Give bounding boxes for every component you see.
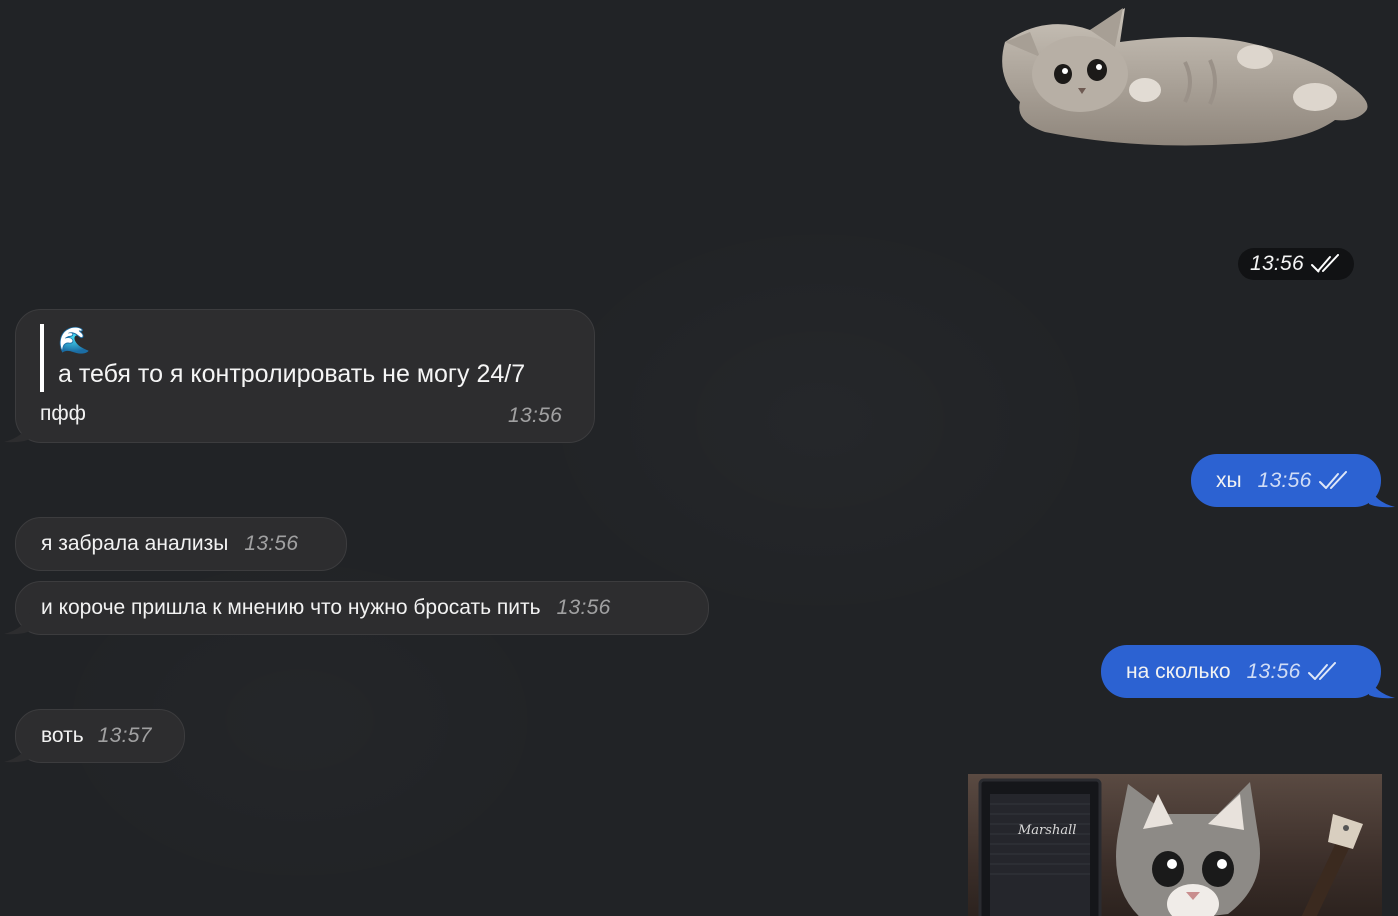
reply-quote-text: а тебя то я контролировать не могу 24/7	[58, 360, 526, 388]
message-text: пфф	[40, 402, 86, 425]
message-time: 13:56	[244, 532, 299, 555]
message-time: 13:56	[508, 404, 563, 427]
chat-history: 13:56 🌊 а тебя то я контролировать не мо…	[0, 0, 1398, 916]
reply-quote[interactable]: 🌊 а тебя то я контролировать не могу 24/…	[40, 324, 525, 392]
read-double-check-icon	[1318, 470, 1347, 489]
message-time: 13:56	[556, 596, 611, 619]
bubble-tail-icon	[4, 613, 30, 635]
wave-emoji-icon: 🌊	[58, 325, 91, 355]
cat-lying-sticker-icon	[1002, 8, 1368, 146]
bubble-tail-icon	[4, 741, 30, 763]
incoming-message[interactable]: воть 13:57	[4, 709, 185, 763]
kitten-gif[interactable]: Marshall	[968, 774, 1382, 916]
cat-sticker[interactable]	[985, 2, 1375, 152]
bubble-tail-icon	[1369, 486, 1395, 508]
message-text: воть	[41, 724, 84, 747]
message-text: хы	[1216, 468, 1242, 492]
incoming-message[interactable]: я забрала анализы 13:56	[15, 517, 347, 571]
message-text: на сколько	[1126, 659, 1231, 683]
bubble-tail-icon	[4, 421, 30, 443]
message-text: и короче пришла к мнению что нужно броса…	[41, 596, 541, 619]
bubble-tail-icon	[1369, 677, 1395, 699]
message-time: 13:57	[97, 724, 152, 747]
read-double-check-icon	[1307, 661, 1336, 680]
message-time: 13:56	[1249, 252, 1305, 275]
outgoing-message[interactable]: на сколько 13:56	[1101, 645, 1395, 699]
message-text: я забрала анализы	[41, 532, 229, 555]
amp-brand: Marshall	[1017, 823, 1076, 838]
message-time: 13:56	[1257, 468, 1312, 492]
message-time: 13:56	[1246, 659, 1301, 683]
incoming-message[interactable]: и короче пришла к мнению что нужно броса…	[4, 581, 709, 635]
kitten-guitar-gif-icon: Marshall	[978, 778, 1363, 916]
sticker-time-pill: 13:56	[1238, 248, 1354, 280]
outgoing-message[interactable]: хы 13:56	[1191, 454, 1395, 508]
read-double-check-icon	[1311, 254, 1340, 273]
